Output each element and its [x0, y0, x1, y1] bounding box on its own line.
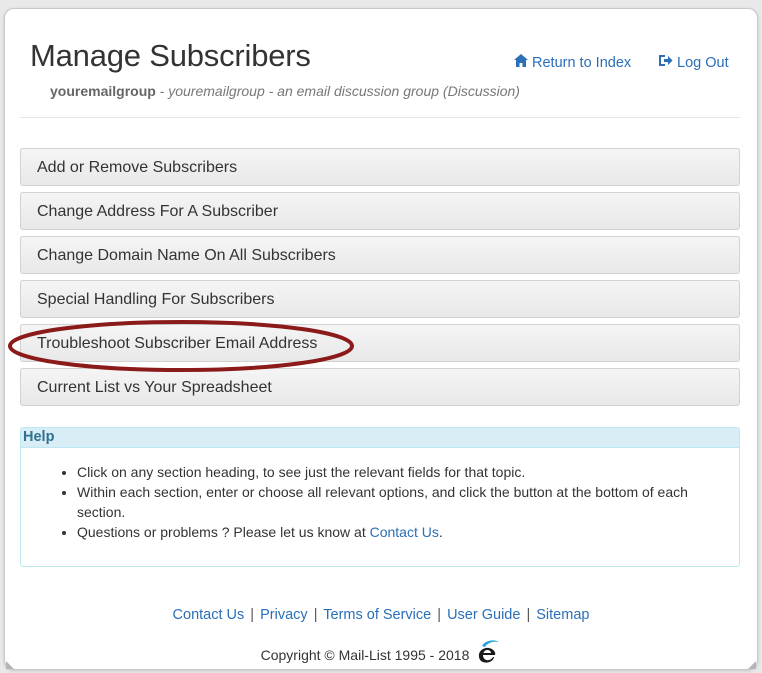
group-subtitle: youremailgroup - youremailgroup - an ema… — [50, 83, 520, 99]
help-item: Click on any section heading, to see jus… — [77, 462, 739, 482]
footer-sitemap-link[interactable]: Sitemap — [536, 607, 589, 623]
footer-user-guide-link[interactable]: User Guide — [447, 607, 520, 623]
footer-separator: | — [313, 607, 318, 623]
resize-grip-right-icon — [748, 661, 756, 669]
footer-links: Contact Us | Privacy | Terms of Service … — [0, 607, 762, 623]
help-heading: Help — [21, 428, 739, 448]
copyright-text: Copyright © Mail-List 1995 - 2018 — [260, 646, 470, 663]
section-add-remove-subscribers[interactable]: Add or Remove Subscribers — [20, 148, 740, 186]
footer-separator: | — [526, 607, 531, 623]
copyright: Copyright © Mail-List 1995 - 2018 — [0, 638, 762, 671]
section-special-handling[interactable]: Special Handling For Subscribers — [20, 280, 740, 318]
help-panel: Help Click on any section heading, to se… — [20, 427, 740, 567]
help-contact-us-link[interactable]: Contact Us — [370, 524, 439, 540]
help-list: Click on any section heading, to see jus… — [21, 462, 739, 542]
log-out-link[interactable]: Log Out — [658, 54, 729, 71]
help-item: Within each section, enter or choose all… — [77, 482, 739, 522]
header-divider — [20, 117, 740, 118]
home-icon — [514, 54, 528, 71]
page-title: Manage Subscribers — [30, 38, 311, 73]
return-to-index-label: Return to Index — [532, 54, 632, 71]
logout-icon — [658, 54, 673, 71]
footer-privacy-link[interactable]: Privacy — [260, 607, 308, 623]
resize-grip-left-icon — [6, 661, 14, 669]
section-change-address[interactable]: Change Address For A Subscriber — [20, 192, 740, 230]
return-to-index-link[interactable]: Return to Index — [514, 54, 631, 71]
footer-separator: | — [250, 607, 255, 623]
group-description: - youremailgroup - an email discussion g… — [155, 83, 520, 99]
e-logo-icon — [475, 638, 501, 671]
help-item-text: Questions or problems ? Please let us kn… — [77, 524, 370, 540]
section-change-domain[interactable]: Change Domain Name On All Subscribers — [20, 236, 740, 274]
section-troubleshoot-email[interactable]: Troubleshoot Subscriber Email Address — [20, 324, 740, 362]
section-list-vs-spreadsheet[interactable]: Current List vs Your Spreadsheet — [20, 368, 740, 406]
footer-separator: | — [437, 607, 442, 623]
help-item-suffix: . — [438, 524, 443, 540]
footer-terms-link[interactable]: Terms of Service — [323, 607, 431, 623]
log-out-label: Log Out — [677, 54, 729, 71]
group-name: youremailgroup — [50, 83, 156, 99]
footer-contact-us-link[interactable]: Contact Us — [173, 607, 245, 623]
help-item: Questions or problems ? Please let us kn… — [77, 522, 739, 542]
